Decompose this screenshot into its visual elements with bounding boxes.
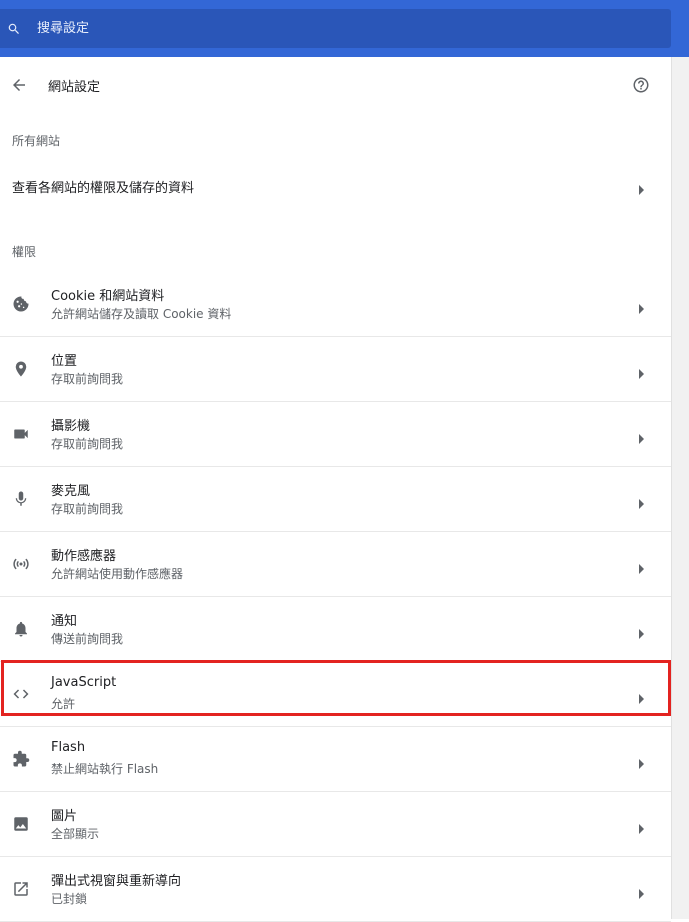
permission-subtitle: 禁止網站執行 Flash xyxy=(51,762,159,776)
permission-row-javascript[interactable]: JavaScript 允許 xyxy=(0,662,671,727)
permission-title: Flash xyxy=(51,740,86,755)
permission-subtitle: 已封鎖 xyxy=(51,892,88,906)
permission-row-popups[interactable]: 彈出式視窗與重新導向 已封鎖 xyxy=(0,857,671,922)
cookie-icon xyxy=(11,294,31,314)
permission-row-camera[interactable]: 攝影機 存取前詢問我 xyxy=(0,402,671,467)
microphone-icon xyxy=(11,489,31,509)
permission-subtitle: 傳送前詢問我 xyxy=(51,632,124,646)
chevron-right-icon xyxy=(637,364,645,379)
permission-title: 攝影機 xyxy=(51,419,91,434)
permission-row-cookies[interactable]: Cookie 和網站資料 允許網站儲存及讀取 Cookie 資料 xyxy=(0,272,671,337)
image-icon xyxy=(11,814,31,834)
permission-row-images[interactable]: 圖片 全部顯示 xyxy=(0,792,671,857)
search-icon xyxy=(7,22,21,36)
code-icon xyxy=(11,684,31,704)
permission-row-motion-sensors[interactable]: 動作感應器 允許網站使用動作感應器 xyxy=(0,532,671,597)
permission-title: 位置 xyxy=(51,354,78,369)
view-site-permissions-label: 查看各網站的權限及儲存的資料 xyxy=(12,181,195,196)
chevron-right-icon xyxy=(637,819,645,834)
location-pin-icon xyxy=(11,359,31,379)
popup-icon xyxy=(11,879,31,899)
top-bar xyxy=(0,0,689,57)
permission-row-flash[interactable]: Flash 禁止網站執行 Flash xyxy=(0,727,671,792)
puzzle-icon xyxy=(11,749,31,769)
back-arrow-icon[interactable] xyxy=(10,76,28,94)
chevron-right-icon xyxy=(637,624,645,639)
permission-title: 動作感應器 xyxy=(51,549,117,564)
page-header: 網站設定 xyxy=(0,57,671,113)
all-sites-section-label: 所有網站 xyxy=(12,134,61,148)
permissions-section-label: 權限 xyxy=(12,245,37,259)
motion-sensor-icon xyxy=(11,554,31,574)
chevron-right-icon xyxy=(637,559,645,574)
search-input[interactable] xyxy=(37,21,597,36)
site-settings-panel: 網站設定 所有網站 查看各網站的權限及儲存的資料 權限 Cookie 和網站資料… xyxy=(0,57,671,922)
permission-subtitle: 存取前詢問我 xyxy=(51,372,124,386)
permission-subtitle: 允許 xyxy=(51,697,76,711)
help-icon[interactable] xyxy=(632,76,650,94)
permission-title: JavaScript xyxy=(51,675,117,690)
permission-subtitle: 全部顯示 xyxy=(51,827,100,841)
chevron-right-icon xyxy=(637,429,645,444)
permission-title: 彈出式視窗與重新導向 xyxy=(51,874,182,889)
view-site-permissions-link[interactable]: 查看各網站的權限及儲存的資料 xyxy=(0,163,671,207)
permission-title: 麥克風 xyxy=(51,484,91,499)
permission-title: 通知 xyxy=(51,614,78,629)
chevron-right-icon xyxy=(637,689,645,704)
page-title: 網站設定 xyxy=(48,80,101,95)
permission-row-location[interactable]: 位置 存取前詢問我 xyxy=(0,337,671,402)
chevron-right-icon xyxy=(637,299,645,314)
camera-icon xyxy=(11,424,31,444)
chevron-right-icon xyxy=(637,884,645,899)
chevron-right-icon xyxy=(637,494,645,509)
permission-subtitle: 允許網站使用動作感應器 xyxy=(51,567,184,581)
permission-title: 圖片 xyxy=(51,809,78,824)
bell-icon xyxy=(11,619,31,639)
permission-title: Cookie 和網站資料 xyxy=(51,289,165,304)
chevron-right-icon xyxy=(637,754,645,769)
permission-subtitle: 允許網站儲存及讀取 Cookie 資料 xyxy=(51,307,232,321)
scrollbar[interactable] xyxy=(671,57,689,919)
chevron-right-icon xyxy=(637,180,645,195)
permission-row-notifications[interactable]: 通知 傳送前詢問我 xyxy=(0,597,671,662)
permission-subtitle: 存取前詢問我 xyxy=(51,437,124,451)
permission-row-microphone[interactable]: 麥克風 存取前詢問我 xyxy=(0,467,671,532)
search-box[interactable] xyxy=(0,9,671,48)
permission-subtitle: 存取前詢問我 xyxy=(51,502,124,516)
